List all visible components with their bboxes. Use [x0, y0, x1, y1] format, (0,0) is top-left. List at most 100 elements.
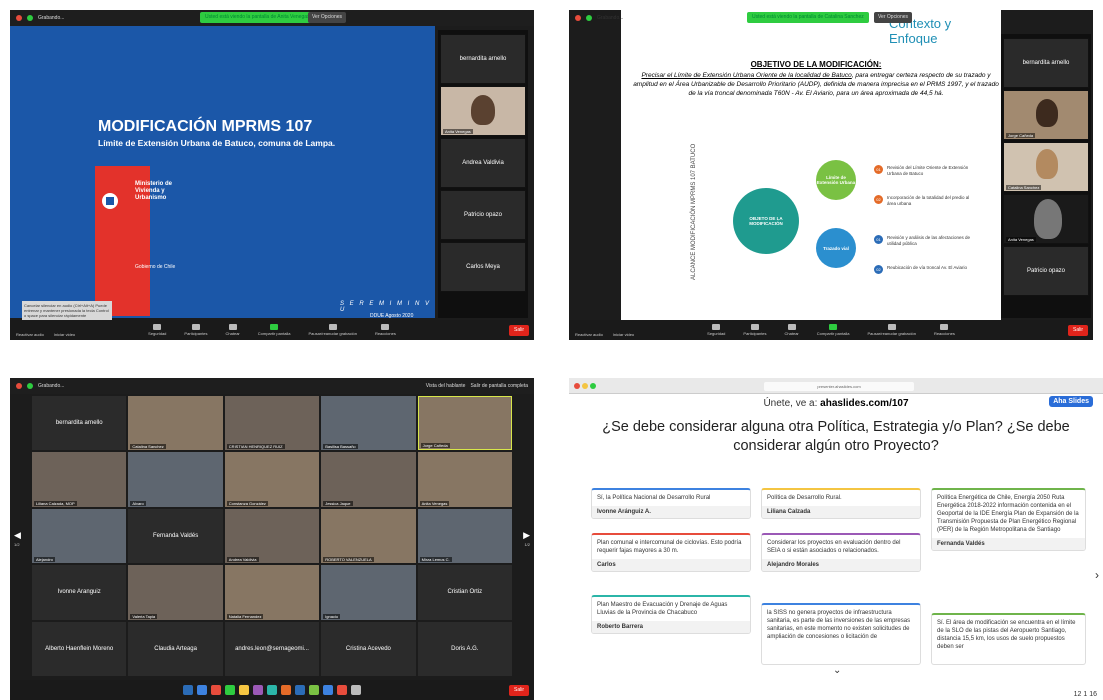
view-options-button[interactable]: Ver Opciones	[308, 12, 347, 23]
card-text: Política Energética de Chile, Energía 20…	[937, 495, 1079, 533]
close-dot[interactable]	[16, 383, 22, 389]
participant-name: Catalina Sanchez	[1006, 185, 1042, 190]
participant-name: Andrea Valdivia	[226, 557, 259, 563]
participant-tile[interactable]: bernardita arnello	[1003, 38, 1089, 88]
browser-toolbar: presenter.ahaslides.com	[569, 378, 1103, 394]
reactions-button[interactable]: Reacciones	[934, 324, 955, 336]
app-icon[interactable]	[267, 685, 277, 695]
speaker-view-button[interactable]: Vista del hablante	[426, 383, 466, 389]
scroll-down-icon[interactable]: ⌄	[833, 665, 841, 676]
shield-icon	[586, 15, 592, 21]
participant-tile[interactable]: Fernanda Valdés	[128, 508, 223, 564]
card-author: Roberto Barrera	[592, 621, 750, 633]
exit-fullscreen-button[interactable]: Salir de pantalla completa	[470, 383, 528, 389]
participant-tile[interactable]: Ivonne Aranguiz	[32, 565, 127, 620]
participant-tile[interactable]: Anita Venegas	[1003, 194, 1089, 244]
participant-tile[interactable]: Doris A.G.	[417, 621, 512, 676]
participant-name: Anita Venegas	[419, 500, 450, 506]
participant-tile[interactable]: bernardita arnello	[440, 34, 526, 84]
participant-tile[interactable]: Alberto Haenflein Moreno	[32, 621, 127, 676]
page-indicator: 1/2	[524, 542, 530, 547]
chat-button[interactable]: Chatear	[226, 324, 240, 336]
leave-button[interactable]: Salir	[509, 685, 529, 696]
participant-tile[interactable]: Cristian Ortiz	[417, 565, 512, 620]
participant-tile[interactable]: Catalina Sanchez	[1003, 142, 1089, 192]
participant-tile[interactable]: Claudia Arteaga	[128, 621, 223, 676]
app-icon[interactable]	[197, 685, 207, 695]
leave-button[interactable]: Salir	[509, 325, 529, 336]
app-icon[interactable]	[225, 685, 235, 695]
record-button[interactable]: Pausar/reanudar grabación	[308, 324, 357, 336]
participant-tile[interactable]: Cristina Acevedo	[321, 621, 416, 676]
unmute-button[interactable]: Reactivar audio	[575, 332, 603, 337]
share-screen-button[interactable]: Compartir pantalla	[258, 324, 290, 336]
prev-page-icon[interactable]: ◀	[14, 530, 21, 541]
start-video-button[interactable]: Iniciar video	[613, 332, 634, 337]
address-bar[interactable]: presenter.ahaslides.com	[764, 382, 914, 391]
control-label: Pausar/reanudar grabación	[867, 331, 916, 336]
participants-button[interactable]: Participantes	[743, 324, 767, 336]
app-icon[interactable]	[183, 685, 193, 695]
participant-tile[interactable]: CRISTIAN HENRIQUEZ RUIZ	[224, 396, 320, 451]
close-dot[interactable]	[574, 383, 580, 389]
participant-tile[interactable]: Basilisa Bassaño	[321, 396, 416, 451]
participant-tile[interactable]: Andrea Valdivia	[224, 508, 320, 564]
next-slide-icon[interactable]: ›	[1095, 568, 1099, 582]
start-video-button[interactable]: Iniciar video	[54, 332, 75, 337]
chat-button[interactable]: Chatear	[785, 324, 799, 336]
participant-tile[interactable]: Alejandro	[32, 508, 127, 564]
participant-tile[interactable]: Patricio opazo	[1003, 246, 1089, 296]
security-button[interactable]: Seguridad	[707, 324, 725, 336]
participant-tile[interactable]: Patricio opazo	[440, 190, 526, 240]
participant-tile[interactable]: Mirza Lemus C.	[417, 508, 512, 564]
participant-tile[interactable]: andres.leon@sernageomi...	[224, 621, 320, 676]
participant-tile[interactable]: Anita Venegas	[417, 452, 512, 507]
security-button[interactable]: Seguridad	[148, 324, 166, 336]
participant-name: bernardita arnello	[459, 56, 507, 62]
view-options-button[interactable]: Ver Opciones	[874, 12, 913, 23]
app-icon[interactable]	[351, 685, 361, 695]
control-label: Participantes	[184, 331, 208, 336]
minimize-dot[interactable]	[582, 383, 588, 389]
app-icon[interactable]	[211, 685, 221, 695]
participant-tile[interactable]: Catalina Sanchez	[128, 396, 223, 451]
participant-tile[interactable]: Anita Venegas	[440, 86, 526, 136]
leave-button[interactable]: Salir	[1068, 325, 1088, 336]
close-dot[interactable]	[16, 15, 22, 21]
item-text: Revisión del Límite Oriente de Extensión…	[887, 165, 969, 176]
unmute-button[interactable]: Reactivar audio	[16, 332, 44, 337]
participant-tile[interactable]: Alvaro	[128, 452, 223, 507]
participant-tile[interactable]: Jessica Jaque	[321, 452, 416, 507]
participant-tile[interactable]: Jorge Cañeda	[417, 396, 512, 451]
participant-panel: bernardita arnello Jorge Cañeda Catalina…	[1001, 34, 1091, 318]
app-icon[interactable]	[281, 685, 291, 695]
app-icon[interactable]	[295, 685, 305, 695]
share-screen-button[interactable]: Compartir pantalla	[817, 324, 849, 336]
next-page-icon[interactable]: ▶	[523, 530, 530, 541]
participant-tile[interactable]: bernardita arnello	[32, 396, 127, 451]
participant-tile[interactable]: Constanza González	[224, 452, 320, 507]
people-icon	[191, 324, 200, 330]
record-button[interactable]: Pausar/reanudar grabación	[867, 324, 916, 336]
app-icon[interactable]	[309, 685, 319, 695]
app-icon[interactable]	[337, 685, 347, 695]
participant-tile[interactable]: Jorge Cañeda	[1003, 90, 1089, 140]
participant-tile[interactable]: Carlos Meya	[440, 242, 526, 292]
participants-button[interactable]: Participantes	[184, 324, 208, 336]
app-icon[interactable]	[253, 685, 263, 695]
app-icon[interactable]	[239, 685, 249, 695]
participant-tile[interactable]: ROBERTO VALENZUELA	[321, 508, 416, 564]
participant-tile[interactable]: Valeria Tapia	[128, 565, 223, 620]
participant-tile[interactable]: Andrea Valdivia	[440, 138, 526, 188]
card-text: Plan Maestro de Evacuación y Drenaje de …	[597, 602, 728, 616]
participant-name: Cristian Ortiz	[447, 589, 483, 596]
app-icon[interactable]	[323, 685, 333, 695]
participant-name: Alvaro	[130, 500, 146, 506]
control-label: Chatear	[225, 331, 240, 336]
participant-tile[interactable]: Ignacio	[321, 565, 416, 620]
close-dot[interactable]	[575, 15, 581, 21]
participant-tile[interactable]: Natalia Fernandez	[224, 565, 320, 620]
maximize-dot[interactable]	[590, 383, 596, 389]
reactions-button[interactable]: Reacciones	[375, 324, 396, 336]
participant-tile[interactable]: Liliana Calzada, MOP	[32, 452, 127, 507]
